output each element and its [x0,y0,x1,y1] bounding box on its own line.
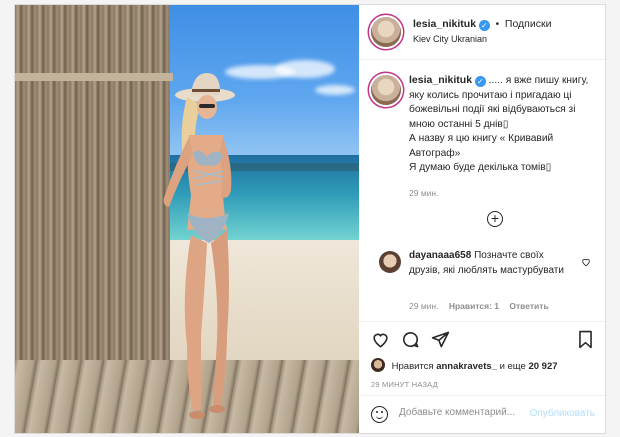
likes-middle: и еще [499,361,526,372]
caption: lesia_nikituk ✓ ..... я вже пишу книгу, … [409,73,591,200]
publish-button[interactable]: Опубликовать [530,408,595,419]
post-photo[interactable] [15,5,359,433]
verified-badge-icon: ✓ [478,20,490,31]
caption-time: 29 мин. [409,187,439,198]
comment-input[interactable] [399,407,529,418]
comment-heart-icon[interactable] [581,257,591,267]
verified-badge-icon: ✓ [474,76,486,87]
likes-line: Нравится annakravets_ и еще 20 927 [371,358,558,372]
liker-username[interactable]: annakravets_ [436,361,497,372]
caption-avatar[interactable] [371,75,401,105]
comment-likes[interactable]: Нравится: 1 [449,301,499,311]
author-line: lesia_nikituk ✓ • Подписки [413,18,551,31]
bookmark-icon[interactable] [577,330,594,349]
emoji-box: ▯ [502,118,509,130]
post-header: lesia_nikituk ✓ • Подписки Kiev City Ukr… [359,5,605,60]
posted-ago[interactable]: 29 МИНУТ НАЗАД [371,380,438,389]
post-actions: Нравится annakravets_ и еще 20 927 29 МИ… [359,321,605,389]
heart-icon[interactable] [371,330,390,349]
emoji-box: ▯ [545,162,552,173]
instagram-post: lesia_nikituk ✓ • Подписки Kiev City Ukr… [14,4,606,434]
commenter-username[interactable]: dayanaaa658 [409,250,471,261]
comment-bubble-icon[interactable] [401,330,420,349]
author-avatar[interactable] [371,17,401,47]
caption-username[interactable]: lesia_nikituk [409,74,472,86]
paper-plane-icon[interactable] [431,330,450,349]
cloud [315,85,355,95]
cloud [275,60,335,78]
author-username[interactable]: lesia_nikituk [413,18,476,30]
woman-figure [163,73,235,419]
follow-button[interactable]: Подписки [505,18,552,30]
comment-time: 29 мин. [409,301,439,311]
location-link[interactable]: Kiev City Ukranian [413,34,487,44]
plus-circle-icon[interactable]: + [487,211,503,227]
comment: dayanaaa658 Позначте своїх друзів, які л… [409,249,569,278]
likes-prefix: Нравится [391,361,434,372]
reply-button[interactable]: Ответить [509,301,548,311]
smiley-icon[interactable] [371,406,388,423]
comments-area: lesia_nikituk ✓ ..... я вже пишу книгу, … [359,59,605,321]
separator-dot: • [495,19,500,30]
liker-avatar[interactable] [371,358,385,372]
comment-meta: 29 мин. Нравится: 1 Ответить [409,301,549,311]
commenter-avatar[interactable] [379,251,401,273]
caption-text-3: Я думаю буде декілька томів [409,162,546,173]
add-comment-bar: Опубликовать [359,395,605,434]
caption-text-2: А назву я цю книгу « Кривавий Автограф» [409,133,554,159]
likes-count[interactable]: 20 927 [528,361,557,372]
